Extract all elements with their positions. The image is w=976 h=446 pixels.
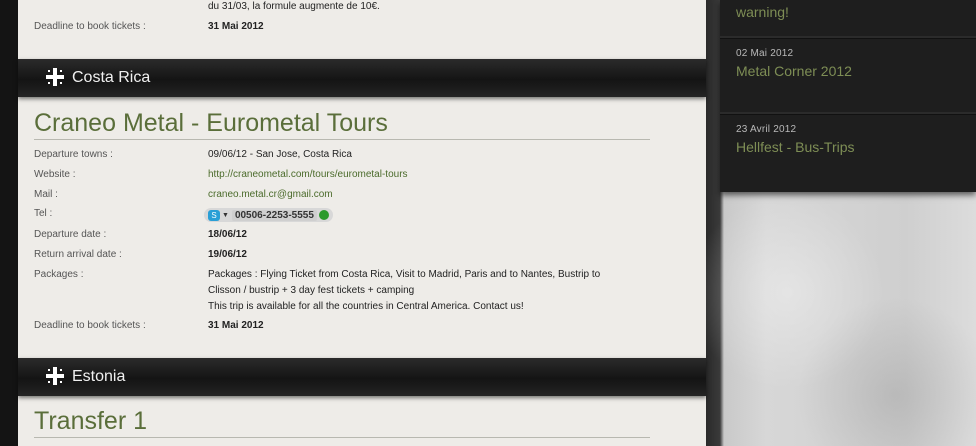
news-title[interactable]: Hellfest - Bus-Trips: [736, 139, 855, 155]
cross-icon: [46, 68, 64, 86]
deadline-label: Deadline to book tickets :: [34, 320, 146, 331]
call-icon[interactable]: [318, 210, 329, 220]
departure-date-label: Departure date :: [34, 229, 107, 240]
news-item[interactable]: 23 Avril 2012 Hellfest - Bus-Trips: [736, 124, 855, 155]
tel-label: Tel :: [34, 208, 53, 219]
departure-towns-value: 09/06/12 - San Jose, Costa Rica: [208, 149, 352, 160]
packages-label: Packages :: [34, 269, 84, 280]
tour-title[interactable]: Craneo Metal - Eurometal Tours: [34, 109, 650, 140]
mail-link[interactable]: craneo.metal.cr@gmail.com: [208, 189, 333, 200]
cross-icon: [46, 367, 64, 385]
tour-title[interactable]: Transfer 1: [34, 407, 650, 438]
website-label: Website :: [34, 169, 76, 180]
news-sidebar: warning! 02 Mai 2012 Metal Corner 2012 2…: [720, 0, 976, 192]
tel-value[interactable]: S ▼ 00506-2253-5555: [204, 208, 333, 222]
news-title[interactable]: warning!: [736, 4, 789, 20]
partial-text: du 31/03, la formule augmente de 10€.: [208, 1, 380, 12]
skype-icon: S: [208, 209, 220, 221]
deadline-value: 31 Mai 2012: [208, 320, 264, 331]
departure-towns-label: Departure towns :: [34, 149, 113, 160]
packages-line-2: Clisson / bustrip + 3 day fest tickets +…: [208, 285, 415, 296]
chevron-down-icon: ▼: [222, 211, 229, 219]
news-item[interactable]: 02 Mai 2012 Metal Corner 2012: [736, 48, 852, 79]
deadline-value: 31 Mai 2012: [208, 21, 264, 32]
country-band-estonia: Estonia: [18, 358, 706, 396]
return-date-label: Return arrival date :: [34, 249, 122, 260]
skype-badge[interactable]: S ▼ 00506-2253-5555: [204, 208, 333, 222]
phone-number[interactable]: 00506-2253-5555: [231, 209, 317, 221]
country-name: Costa Rica: [72, 69, 151, 86]
country-name: Estonia: [72, 368, 126, 385]
country-band-costa-rica: Costa Rica: [18, 59, 706, 97]
mail-label: Mail :: [34, 189, 58, 200]
deadline-label: Deadline to book tickets :: [34, 21, 146, 32]
background-left: [0, 0, 18, 446]
packages-line-3: This trip is available for all the count…: [208, 301, 524, 312]
news-item[interactable]: warning!: [736, 0, 789, 20]
departure-date-value: 18/06/12: [208, 229, 247, 240]
news-divider: [720, 112, 976, 115]
news-date: 23 Avril 2012: [736, 124, 797, 135]
website-link[interactable]: http://craneometal.com/tours/eurometal-t…: [208, 169, 408, 180]
return-date-value: 19/06/12: [208, 249, 247, 260]
packages-line-1: Packages : Flying Ticket from Costa Rica…: [208, 269, 601, 280]
news-title[interactable]: Metal Corner 2012: [736, 63, 852, 79]
news-divider: [720, 36, 976, 39]
news-date: 02 Mai 2012: [736, 48, 794, 59]
